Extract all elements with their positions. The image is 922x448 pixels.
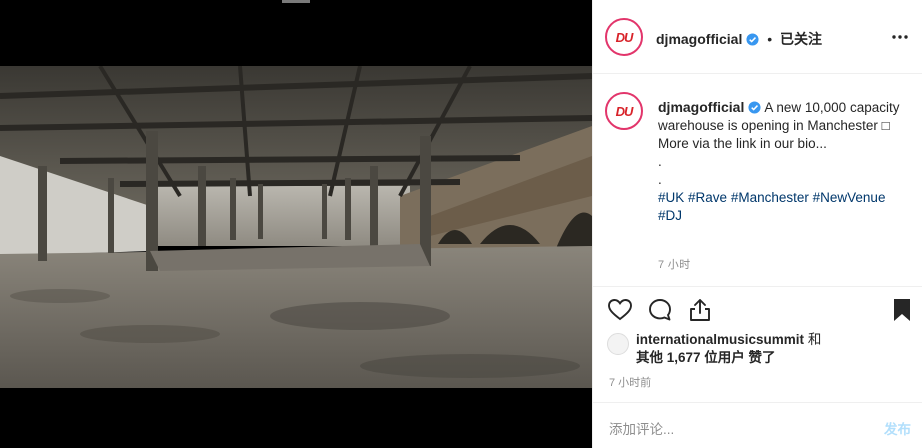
- likes-count-link[interactable]: 其他 1,677 位用户 赞了: [636, 350, 776, 365]
- username-link[interactable]: djmagofficial: [656, 31, 742, 47]
- hashtag-dj[interactable]: #DJ: [658, 208, 682, 223]
- warehouse-photo: [0, 66, 592, 388]
- caption-dot: .: [658, 172, 662, 187]
- follow-status-button[interactable]: 已关注: [780, 31, 822, 47]
- heart-icon[interactable]: [607, 297, 633, 323]
- avatar[interactable]: DU: [605, 18, 643, 56]
- post-timestamp: 7 小时前: [609, 377, 652, 389]
- caption-avatar[interactable]: DU: [605, 92, 643, 130]
- hashtag-uk[interactable]: #UK: [658, 190, 684, 205]
- liker-avatar[interactable]: [607, 333, 629, 355]
- post-media[interactable]: [0, 0, 592, 448]
- comment-icon[interactable]: [647, 297, 673, 323]
- more-options-icon[interactable]: [891, 28, 909, 46]
- media-top-indicator: [282, 0, 310, 3]
- hashtag-rave[interactable]: #Rave: [688, 190, 727, 205]
- post-header: DU djmagofficial • 已关注: [593, 0, 922, 74]
- comment-box: 添加评论... 发布: [593, 402, 922, 448]
- share-icon[interactable]: [687, 297, 713, 323]
- action-bar: internationalmusicsummit 和 其他 1,677 位用户 …: [593, 286, 922, 402]
- post-side-panel: DU djmagofficial • 已关注 DU djmagofficial …: [592, 0, 922, 448]
- hashtag-newvenue[interactable]: #NewVenue: [813, 190, 886, 205]
- avatar-logo: DU: [615, 29, 634, 45]
- caption-avatar-logo: DU: [615, 103, 634, 119]
- verified-badge-icon: [748, 101, 761, 114]
- caption-username[interactable]: djmagofficial: [658, 99, 744, 115]
- bookmark-icon[interactable]: [889, 297, 915, 323]
- separator-dot: •: [767, 31, 773, 47]
- post-comment-button[interactable]: 发布: [884, 418, 911, 438]
- likes-and: 和: [807, 332, 822, 347]
- verified-badge-icon: [746, 33, 759, 46]
- comment-input[interactable]: 添加评论...: [609, 418, 674, 438]
- caption-section: DU djmagofficial A new 10,000 capacity w…: [593, 74, 922, 286]
- caption-dot: .: [658, 154, 662, 169]
- hashtag-manchester[interactable]: #Manchester: [731, 190, 809, 205]
- liker-username[interactable]: internationalmusicsummit: [636, 332, 804, 347]
- caption-timestamp: 7 小时: [658, 259, 691, 271]
- caption-text: djmagofficial A new 10,000 capacity ware…: [658, 98, 908, 225]
